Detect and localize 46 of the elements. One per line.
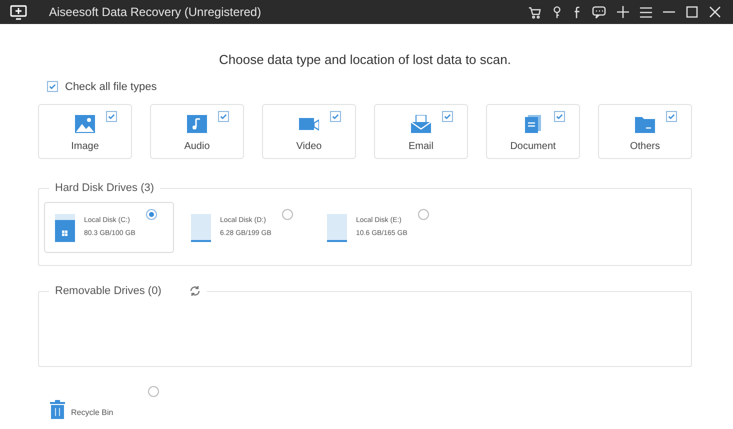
refresh-icon[interactable] — [189, 285, 202, 298]
file-type-label: Others — [630, 140, 660, 154]
recycle-bin-label: Recycle Bin — [71, 407, 114, 419]
image-icon — [75, 115, 95, 133]
checkbox[interactable] — [554, 111, 565, 122]
audio-icon — [187, 115, 207, 133]
email-icon — [411, 115, 431, 133]
check-all-checkbox[interactable] — [47, 81, 58, 92]
window-title: Aiseesoft Data Recovery (Unregistered) — [49, 4, 262, 21]
app-logo-icon — [10, 4, 27, 20]
trash-icon — [50, 400, 65, 419]
file-type-card[interactable]: Video — [262, 104, 356, 159]
key-icon[interactable] — [552, 6, 562, 18]
radio-button[interactable] — [148, 386, 159, 397]
close-icon[interactable] — [709, 6, 721, 18]
file-type-label: Email — [408, 140, 434, 154]
file-type-card[interactable]: Document — [486, 104, 580, 159]
file-type-label: Image — [71, 140, 99, 154]
file-type-label: Video — [296, 140, 322, 154]
file-type-card[interactable]: Image — [38, 104, 132, 159]
menu-icon[interactable] — [640, 6, 652, 18]
video-icon — [299, 115, 319, 133]
document-icon — [523, 115, 543, 133]
file-type-card[interactable]: Audio — [150, 104, 244, 159]
cart-icon[interactable] — [528, 6, 541, 18]
others-icon — [635, 115, 655, 133]
radio-button[interactable] — [418, 209, 429, 220]
checkbox[interactable] — [666, 111, 677, 122]
check-all-label: Check all file types — [65, 80, 157, 94]
plus-icon[interactable] — [617, 6, 629, 18]
checkbox[interactable] — [218, 111, 229, 122]
file-type-label: Audio — [184, 140, 210, 154]
checkbox[interactable] — [330, 111, 341, 122]
group-title: Hard Disk Drives (3) — [49, 180, 160, 196]
heading: Choose data type and location of lost data to scan. — [219, 51, 511, 69]
checkbox[interactable] — [106, 111, 117, 122]
facebook-icon[interactable] — [573, 6, 581, 18]
radio-button[interactable] — [282, 209, 293, 220]
maximize-icon[interactable] — [686, 6, 698, 18]
file-type-card[interactable]: Email — [374, 104, 468, 159]
radio-button[interactable] — [146, 209, 157, 220]
group-title: Removable Drives (0) — [55, 284, 162, 299]
file-type-card[interactable]: Others — [598, 104, 692, 159]
chat-icon[interactable] — [592, 6, 606, 18]
file-type-label: Document — [510, 140, 556, 154]
checkbox[interactable] — [442, 111, 453, 122]
